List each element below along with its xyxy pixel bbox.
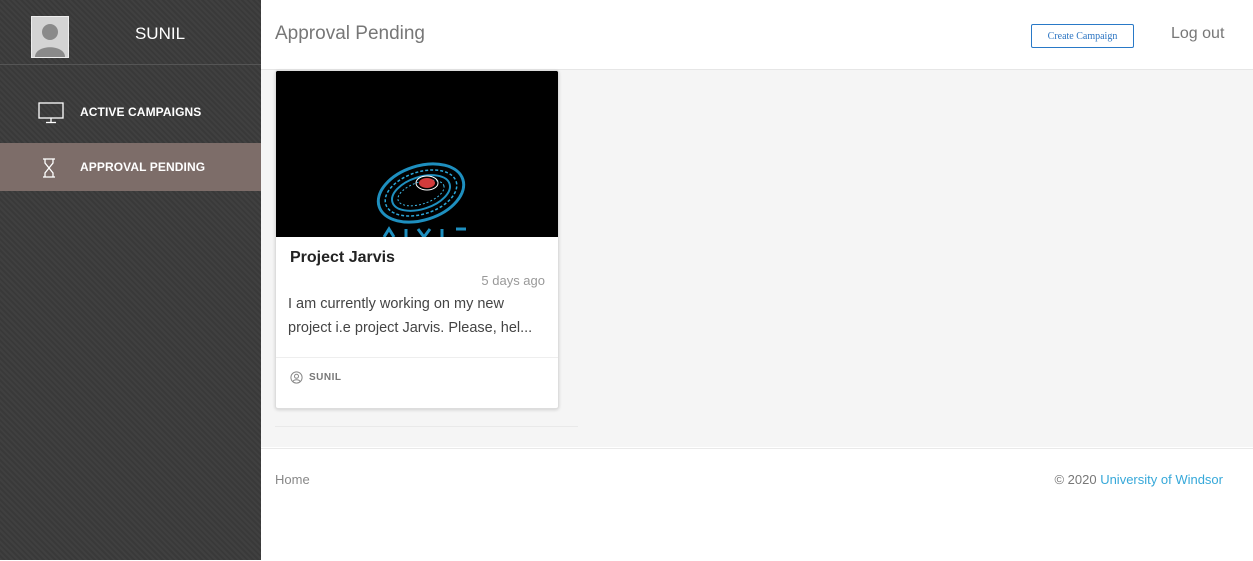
sidebar: SUNIL ACTIVE CAMPAIGNS APPROVAL PENDING (0, 0, 261, 560)
content-divider (275, 426, 578, 427)
avatar-silhouette-icon (32, 17, 68, 57)
page-title: Approval Pending (275, 23, 425, 44)
campaign-timestamp: 5 days ago (481, 273, 545, 288)
home-link[interactable]: Home (275, 472, 310, 487)
copyright: © 2020 University of Windsor (1054, 472, 1223, 487)
card-divider (276, 357, 558, 358)
sidebar-item-active-campaigns[interactable]: ACTIVE CAMPAIGNS (0, 88, 261, 136)
sidebar-item-label: ACTIVE CAMPAIGNS (80, 105, 202, 119)
user-name: SUNIL (134, 24, 186, 43)
campaign-description: I am currently working on my new project… (288, 296, 533, 336)
copyright-prefix: © 2020 (1054, 472, 1101, 487)
campaign-card[interactable]: Project Jarvis 5 days ago I am currently… (275, 70, 559, 409)
create-campaign-button[interactable]: Create Campaign (1031, 24, 1134, 48)
sidebar-item-label: APPROVAL PENDING (80, 160, 206, 174)
footer: Home © 2020 University of Windsor (261, 448, 1253, 561)
university-link[interactable]: University of Windsor (1100, 472, 1223, 487)
user-circle-icon (290, 371, 303, 384)
campaign-image (276, 71, 558, 240)
main-content: Project Jarvis 5 days ago I am currently… (261, 70, 1253, 447)
jarvis-logo-image (276, 71, 558, 240)
top-header: Approval Pending Create Campaign Log out (261, 0, 1253, 70)
sidebar-item-approval-pending[interactable]: APPROVAL PENDING (0, 143, 261, 191)
avatar[interactable] (31, 16, 69, 58)
campaign-author: SUNIL (290, 371, 342, 384)
logout-link[interactable]: Log out (1171, 25, 1224, 43)
campaign-title: Project Jarvis (290, 249, 395, 266)
monitor-icon (37, 101, 65, 125)
author-name: SUNIL (309, 372, 342, 384)
user-profile: SUNIL (0, 0, 261, 65)
hourglass-icon (37, 156, 65, 180)
